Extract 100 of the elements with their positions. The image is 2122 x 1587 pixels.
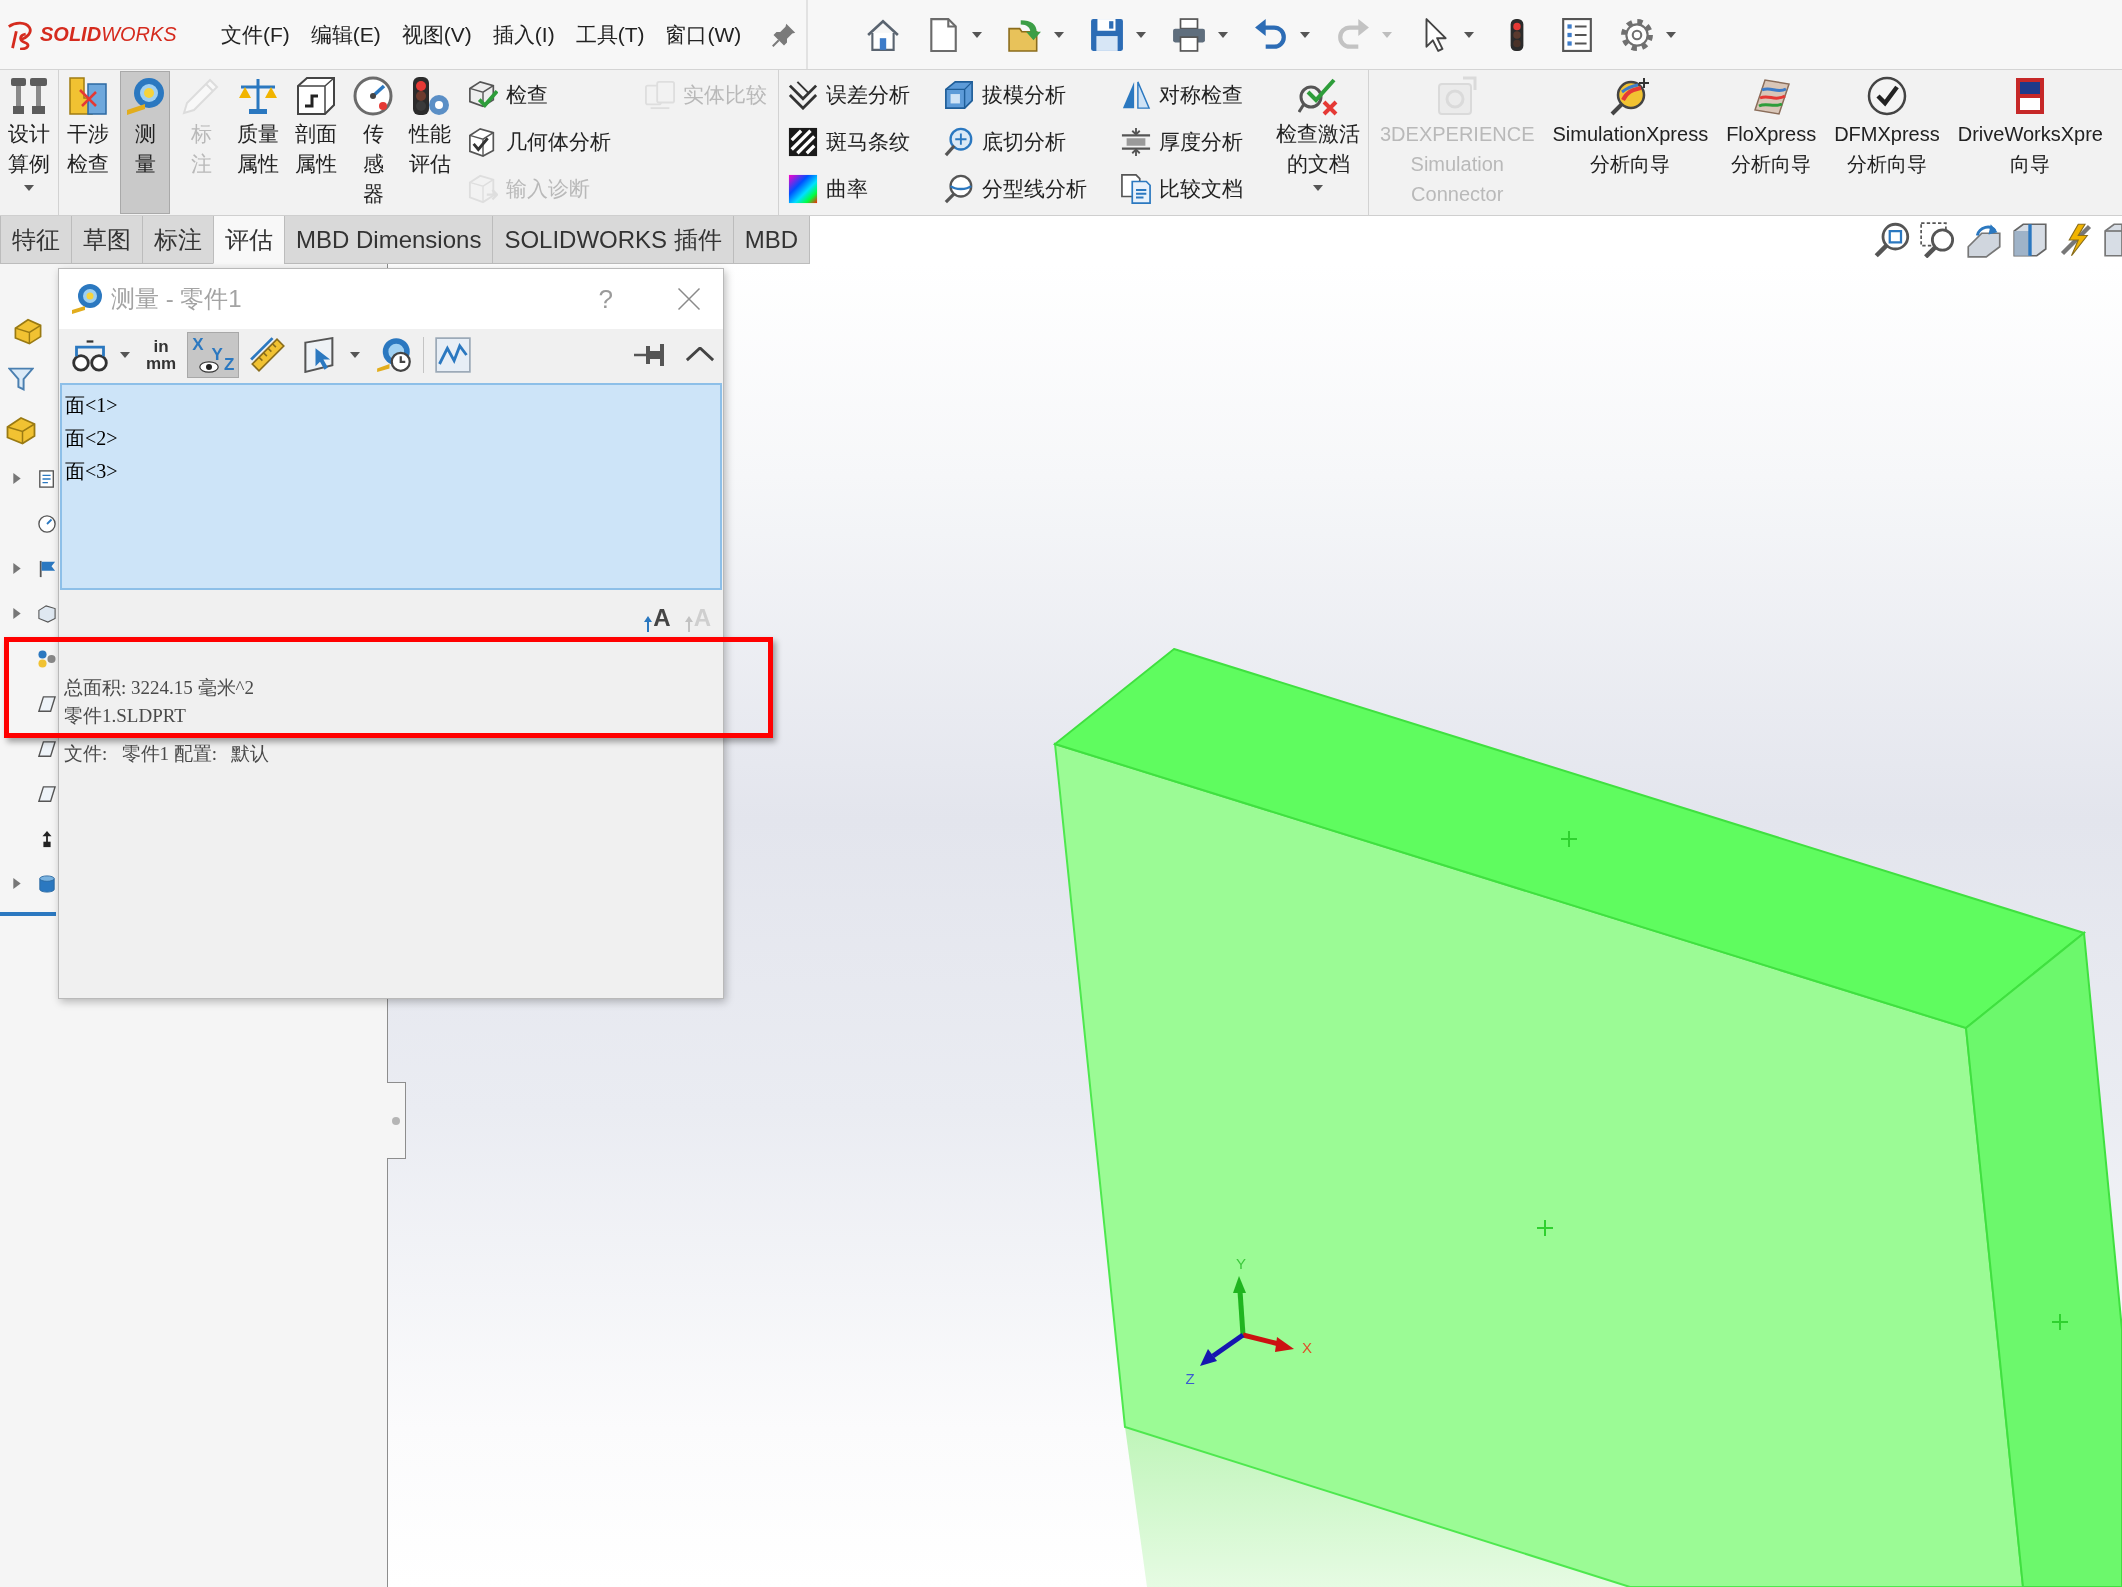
pin-icon[interactable]: [772, 22, 797, 47]
ribbon-button[interactable]: 比较文档: [1115, 165, 1251, 212]
result-text: 总面积: 3224.15 毫米^2: [64, 676, 254, 700]
ribbon-button[interactable]: DFMXpress 分析向导: [1829, 71, 1945, 214]
ribbon-button[interactable]: 厚度分析: [1115, 118, 1251, 165]
section-view-icon[interactable]: [2012, 222, 2048, 258]
document-icon: [38, 469, 56, 488]
ribbon-button[interactable]: 测 量: [120, 71, 170, 214]
ribbon-button[interactable]: FloXpress 分析向导: [1721, 71, 1822, 214]
expand-arrow-icon[interactable]: [13, 473, 21, 484]
line-chart-icon: [435, 336, 472, 373]
ribbon-button[interactable]: 分型线分析: [938, 165, 1095, 212]
plus-marker-icon: [2051, 1313, 2069, 1331]
ribbon-button[interactable]: 对称检查: [1115, 71, 1251, 118]
folder-arrow-icon: [1008, 17, 1042, 52]
ribbon-button[interactable]: 拔模分析: [938, 71, 1095, 118]
rotate-view-icon[interactable]: [1966, 222, 2002, 258]
gradient-square-icon: [788, 173, 818, 204]
cube-icon: [944, 79, 974, 110]
tab[interactable]: MBD Dimensions: [284, 216, 494, 264]
close-icon: [677, 287, 701, 311]
expand-arrow-icon[interactable]: [13, 878, 21, 889]
pencil-icon: [181, 76, 221, 116]
save-icon: [1090, 17, 1124, 52]
chevron-up-icon[interactable]: [685, 347, 715, 362]
flag-icon: [38, 559, 56, 578]
ribbon-button[interactable]: 检查激活 的文档: [1271, 71, 1365, 214]
menu-item[interactable]: 窗口(W): [656, 16, 751, 53]
list-icon: [1560, 17, 1594, 52]
caret-icon: [1382, 31, 1392, 38]
caret-icon: [1313, 185, 1323, 191]
caret-icon: [350, 351, 361, 358]
menu-item[interactable]: 工具(T): [566, 16, 654, 53]
axis-label: Z: [1185, 1370, 1195, 1387]
ribbon-button[interactable]: SimulationXpress 分析向导: [1547, 71, 1714, 214]
list-item[interactable]: 面<3>: [65, 455, 118, 488]
axis-label: X: [1302, 1339, 1312, 1356]
list-item[interactable]: 面<1>: [65, 389, 118, 422]
lightning-icon[interactable]: [2058, 222, 2094, 258]
gauge-icon: [353, 76, 393, 116]
tab[interactable]: 草图: [71, 216, 143, 264]
ribbon-button[interactable]: 斑马条纹: [782, 118, 918, 165]
tab[interactable]: 特征: [0, 216, 72, 264]
filter-icon[interactable]: [8, 366, 34, 392]
font-size-button[interactable]: A: [644, 598, 671, 632]
units-button[interactable]: in mm: [141, 331, 182, 378]
panel-handle[interactable]: [387, 1082, 406, 1159]
expand-arrow-icon[interactable]: [13, 608, 21, 619]
caret-icon: [1464, 31, 1474, 38]
tape-measure-icon: [125, 76, 165, 116]
menu-item[interactable]: 视图(V): [392, 16, 481, 53]
color-plot-magnifier-icon: [1610, 76, 1651, 116]
redo-icon: [1336, 17, 1370, 52]
list-item[interactable]: 面<2>: [65, 422, 118, 455]
ribbon-button[interactable]: 干涉 检查: [62, 71, 114, 214]
selection-list[interactable]: 面<1> 面<2> 面<3>: [60, 383, 722, 590]
magnifier-icon[interactable]: [1920, 222, 1956, 258]
tab[interactable]: SOLIDWORKS 插件: [492, 216, 734, 264]
caret-icon: [1300, 31, 1310, 38]
menu-item[interactable]: 插入(I): [483, 16, 564, 53]
section-box-icon: [296, 76, 336, 116]
part-icon: [6, 415, 36, 445]
ribbon-button[interactable]: 曲率: [782, 165, 918, 212]
ribbon-button[interactable]: DriveWorksXpre 向导: [1952, 71, 2108, 214]
ribbon-button[interactable]: 性能 评估: [404, 71, 456, 214]
i-beams-icon: [9, 76, 49, 116]
cube-icon[interactable]: [2104, 222, 2122, 258]
ribbon-button[interactable]: 误差分析: [782, 71, 918, 118]
mirrored-triangles-icon: [1121, 79, 1151, 110]
traffic-light-icon: [410, 76, 450, 116]
ribbon-button[interactable]: 设计 算例: [3, 71, 55, 214]
caret-icon: [1054, 31, 1064, 38]
ribbon-button[interactable]: 质量 属性: [232, 71, 284, 214]
home-icon: [866, 17, 900, 52]
thickness-arrows-icon: [1121, 126, 1151, 157]
ribbon-button[interactable]: 剖面 属性: [290, 71, 342, 214]
tab[interactable]: 评估: [213, 216, 285, 264]
check-circle-icon: [1866, 76, 1907, 116]
ribbon-button[interactable]: 底切分析: [938, 118, 1095, 165]
ribbon-button[interactable]: 传 感 器: [348, 71, 398, 214]
dialog-title: 测量 - 零件1: [111, 284, 242, 314]
result-text: 零件1.SLDPRT: [64, 704, 186, 728]
dot-icon: [392, 1116, 400, 1125]
eye-icon: [198, 360, 219, 373]
expand-arrow-icon[interactable]: [13, 563, 21, 574]
pin-icon[interactable]: [633, 343, 665, 366]
tab[interactable]: MBD: [732, 216, 811, 264]
caret-icon: [972, 31, 982, 38]
cube-check-icon: [468, 79, 498, 110]
magnifier-icon[interactable]: [1874, 222, 1910, 258]
menu-item[interactable]: 文件(F): [212, 16, 299, 53]
menu-item[interactable]: 编辑(E): [301, 16, 390, 53]
plus-marker-icon: [1560, 830, 1578, 848]
axis-label: Y: [1236, 1255, 1246, 1272]
ribbon-button[interactable]: 检查: [462, 71, 619, 118]
caret-icon: [24, 185, 34, 191]
result-text: 文件: 零件1 配置: 默认: [64, 742, 270, 766]
tab[interactable]: 标注: [142, 216, 214, 264]
part-icon: [14, 317, 42, 345]
ribbon-button[interactable]: 几何体分析: [462, 118, 619, 165]
